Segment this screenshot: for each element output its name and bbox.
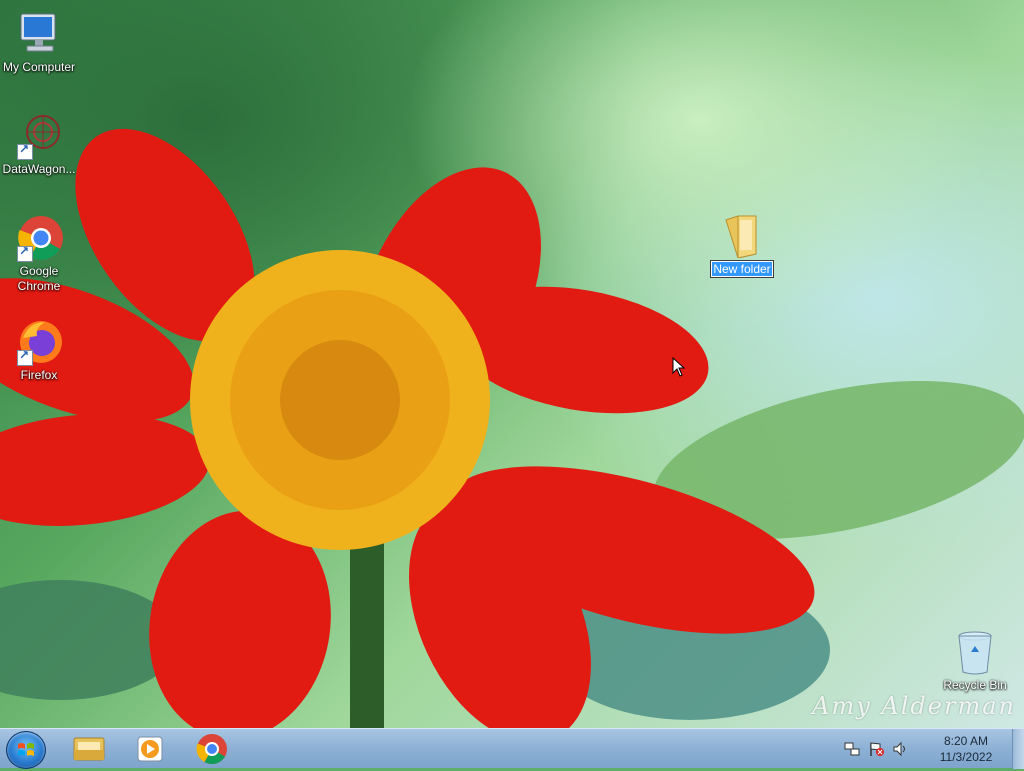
desktop-icon-recycle-bin[interactable]: Recycle Bin [936,630,1014,693]
desktop-icon-my-computer[interactable]: My Computer [0,10,78,75]
desktop-icon-datawagon[interactable]: DataWagon... [0,112,78,177]
system-tray: 8:20 AM 11/3/2022 [844,729,1004,769]
firefox-icon [15,318,63,366]
chrome-icon [15,214,63,262]
media-player-icon [137,736,163,762]
desktop-icon-new-folder[interactable]: New folder [702,214,782,278]
network-icon[interactable] [844,741,860,757]
computer-icon [15,10,63,58]
windows-explorer-icon [73,737,105,761]
desktop-icon-label: Recycle Bin [943,678,1007,692]
clock-time: 8:20 AM [943,734,989,748]
taskbar-media-player-button[interactable] [126,732,174,766]
taskbar: 8:20 AM 11/3/2022 [0,728,1024,769]
desktop-icon-firefox[interactable]: Firefox [0,318,78,383]
shortcut-arrow-icon [17,244,33,262]
shortcut-arrow-icon [17,348,33,366]
desktop-icon-label: Google Chrome [17,264,61,293]
action-center-flag-icon[interactable] [868,741,884,757]
taskbar-chrome-button[interactable] [188,732,236,766]
taskbar-clock[interactable]: 8:20 AM 11/3/2022 [926,733,1006,765]
folder-icon [722,214,762,259]
datawagon-icon [15,112,63,160]
start-button[interactable] [6,731,46,769]
chrome-icon [196,734,227,765]
taskbar-windows-explorer-button[interactable] [64,732,112,766]
rename-text-selected: New folder [712,262,772,276]
recycle-bin-icon [951,630,999,676]
rename-textbox[interactable]: New folder [710,260,774,278]
clock-date: 11/3/2022 [939,750,993,764]
desktop-icon-label: My Computer [2,60,76,74]
desktop-icon-label: DataWagon... [2,162,76,176]
wallpaper-signature: Amy Alderman [812,692,1016,720]
volume-icon[interactable] [892,741,908,757]
desktop-icon-label: Firefox [20,368,58,382]
show-desktop-button[interactable] [1012,729,1024,769]
shortcut-arrow-icon [17,142,33,160]
desktop-wallpaper [0,0,1024,728]
desktop-icon-google-chrome[interactable]: Google Chrome [0,214,78,294]
mouse-cursor-icon [672,357,686,377]
windows-logo-icon [18,743,34,756]
